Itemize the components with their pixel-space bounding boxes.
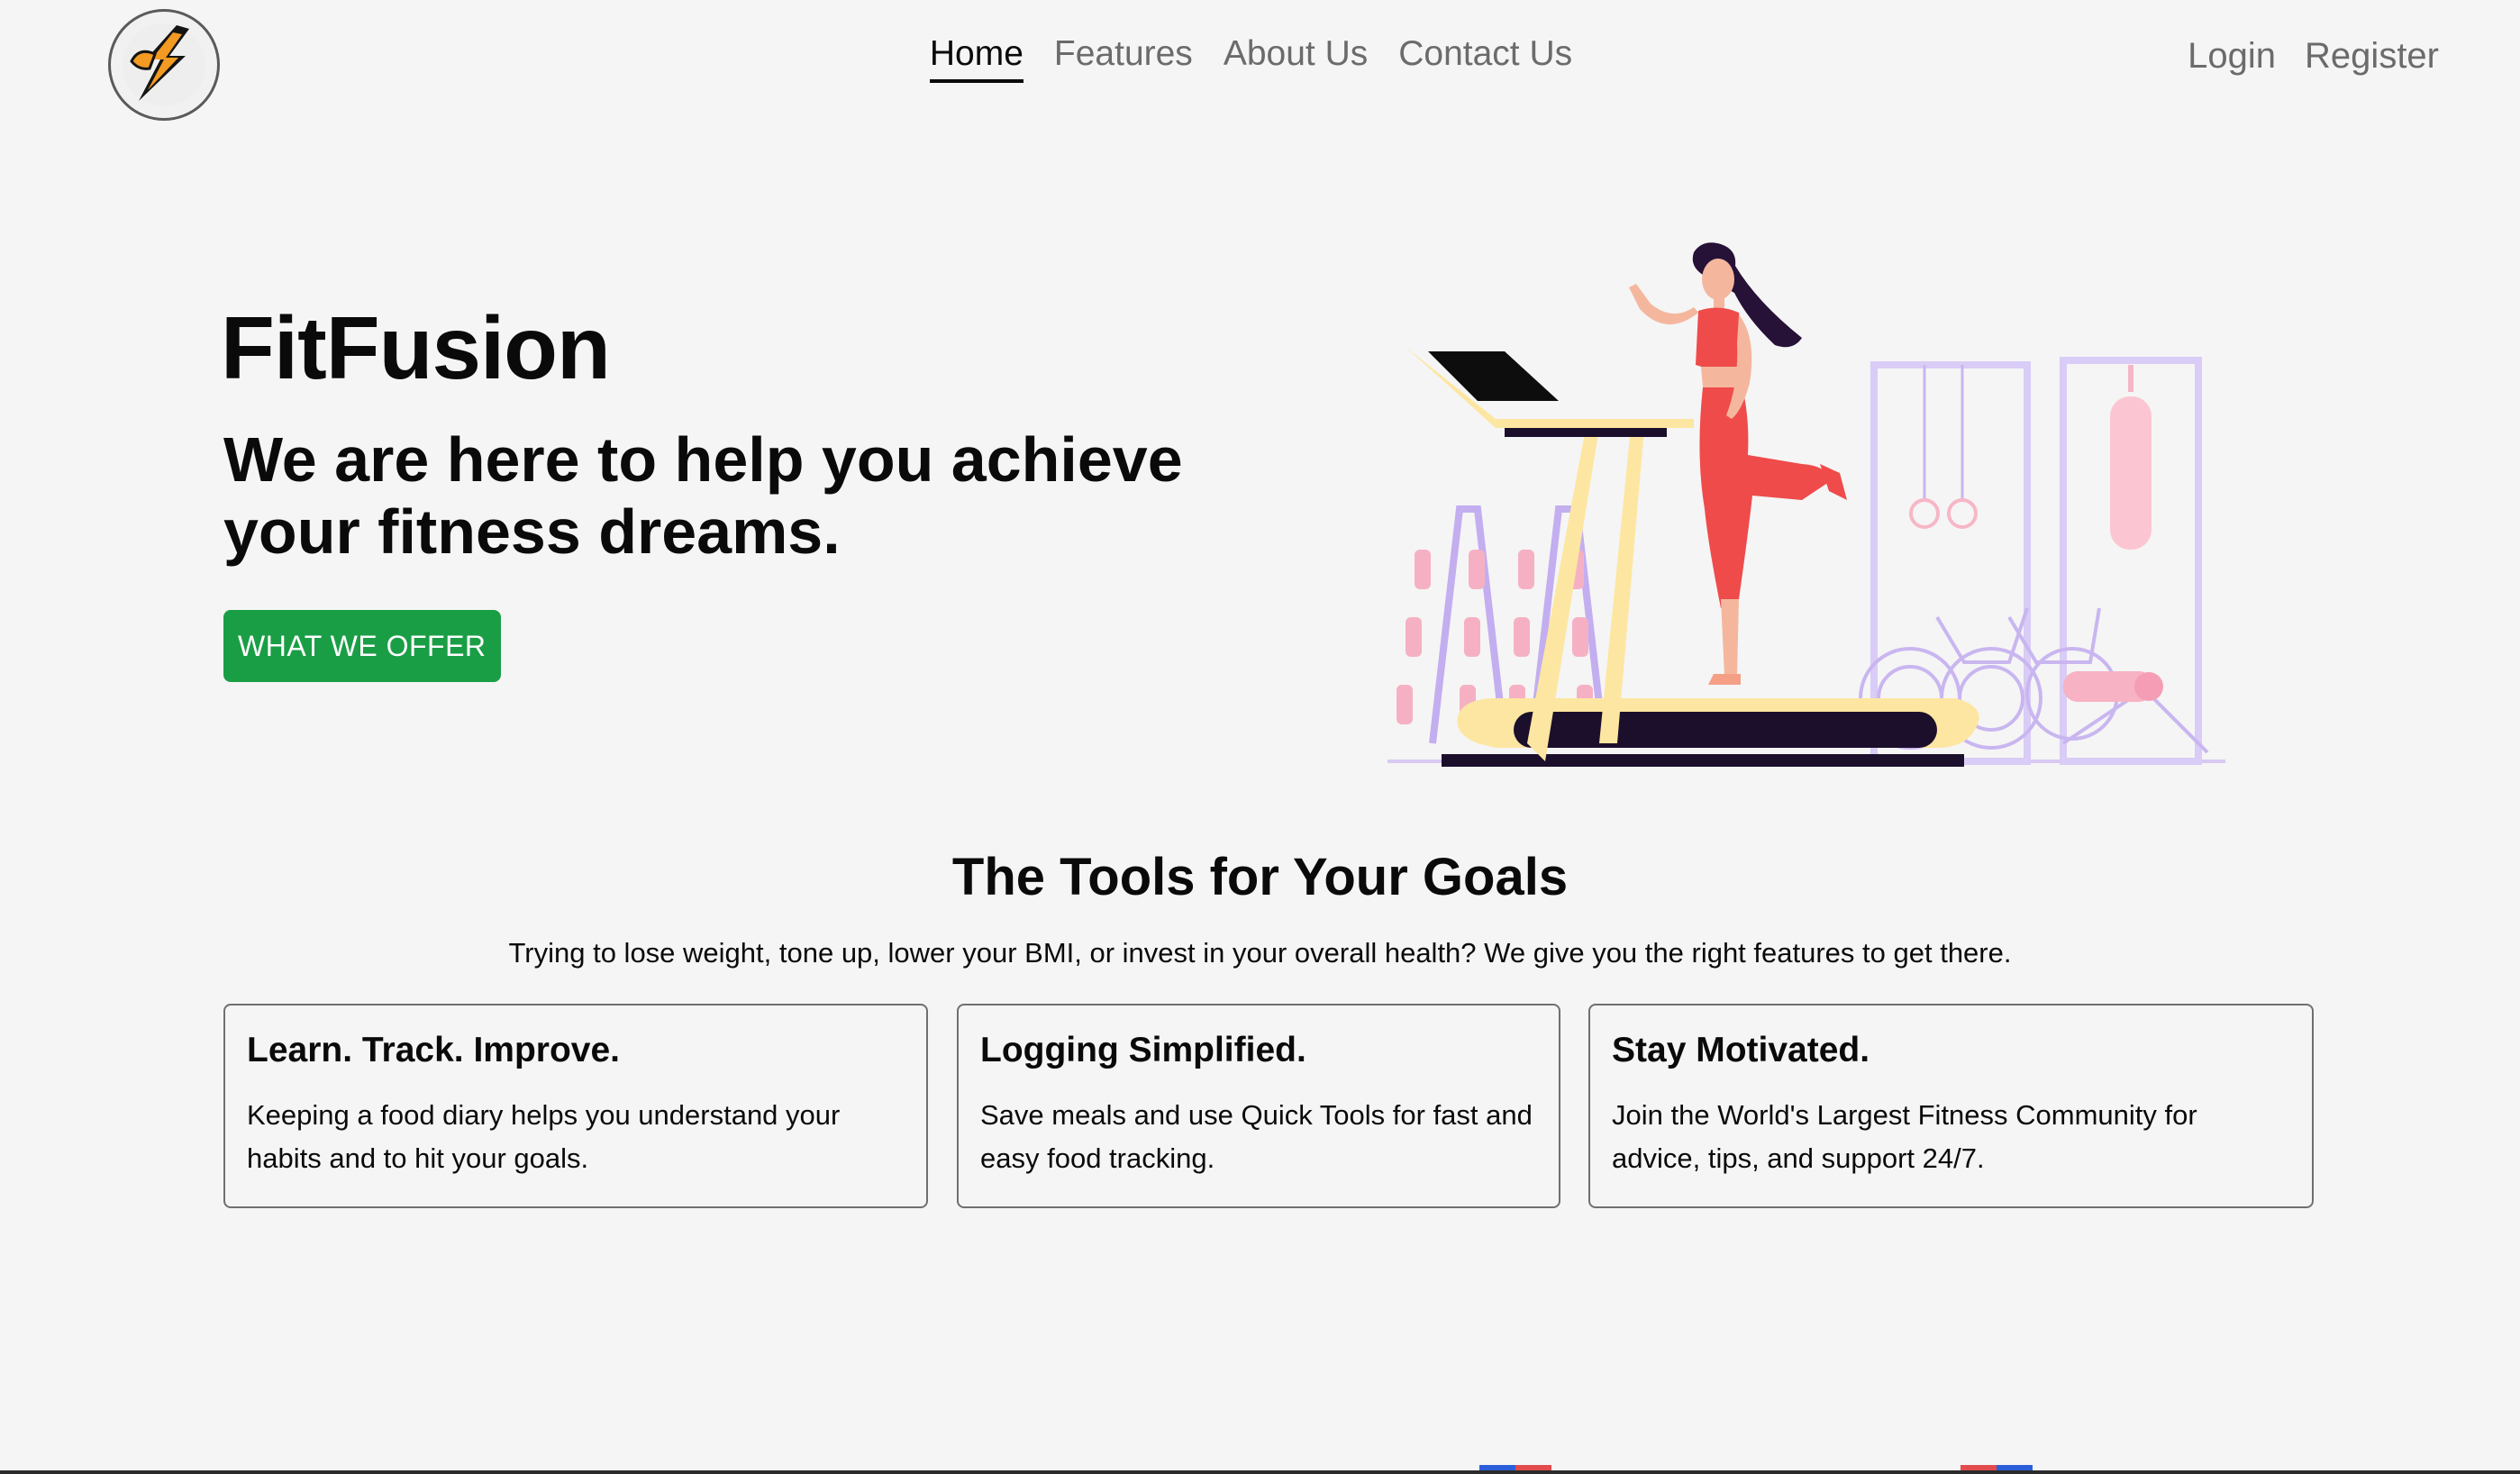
card-title: Learn. Track. Improve.	[247, 1031, 621, 1069]
card-body: Join the World's Largest Fitness Communi…	[1612, 1099, 2197, 1174]
nav-home[interactable]: Home	[929, 34, 1023, 83]
footer-flag-mark	[1961, 1465, 2033, 1470]
card-body: Save meals and use Quick Tools for fast …	[980, 1099, 1533, 1174]
card-title: Logging Simplified.	[980, 1031, 1306, 1069]
login-link[interactable]: Login	[2188, 36, 2276, 82]
tools-subtitle: Trying to lose weight, tone up, lower yo…	[508, 937, 2012, 969]
feature-card-motivated: Stay Motivated. Join the World's Largest…	[1588, 1004, 2314, 1208]
woman-on-treadmill-illustration	[1387, 242, 2225, 767]
card-body: Keeping a food diary helps you understan…	[247, 1099, 841, 1174]
nav-contact-us[interactable]: Contact Us	[1398, 34, 1572, 83]
brand-title: FitFusion	[221, 298, 611, 397]
nav-features[interactable]: Features	[1054, 34, 1193, 83]
lightning-bolt-icon	[123, 23, 205, 106]
feature-card-logging: Logging Simplified. Save meals and use Q…	[957, 1004, 1560, 1208]
page-bottom-divider	[0, 1470, 2520, 1474]
logo[interactable]	[108, 9, 220, 121]
register-link[interactable]: Register	[2305, 36, 2439, 82]
nav-about-us[interactable]: About Us	[1224, 34, 1368, 83]
main-nav: Home Features About Us Contact Us	[0, 34, 2520, 83]
card-title: Stay Motivated.	[1612, 1031, 1870, 1069]
footer-flag-mark	[1479, 1465, 1551, 1470]
auth-nav: Login Register	[2188, 36, 2439, 82]
feature-card-learn: Learn. Track. Improve. Keeping a food di…	[223, 1004, 928, 1208]
what-we-offer-button[interactable]: WHAT WE OFFER	[223, 610, 501, 682]
tools-title: The Tools for Your Goals	[951, 848, 1569, 906]
hero-tagline: We are here to help you achieve your fit…	[223, 424, 1183, 567]
